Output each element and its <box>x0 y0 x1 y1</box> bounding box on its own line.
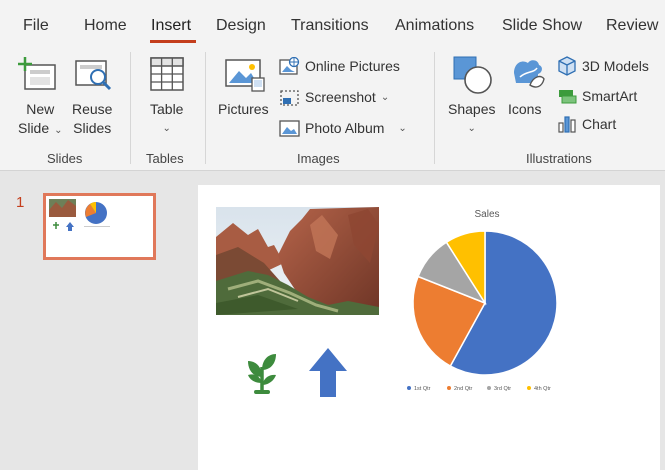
plant-icon[interactable] <box>248 354 276 394</box>
online-pictures-label: Online Pictures <box>305 58 400 74</box>
chevron-down-icon: ⌄ <box>380 91 390 103</box>
group-label-tables: Tables <box>146 151 184 166</box>
up-arrow-icon[interactable] <box>309 348 347 397</box>
new-slide-button[interactable]: New Slide ⌄ <box>18 100 63 140</box>
pictures-button[interactable]: Pictures <box>218 100 269 119</box>
slide-number: 1 <box>16 194 25 211</box>
group-label-slides: Slides <box>47 151 83 166</box>
tab-slide-show[interactable]: Slide Show <box>502 17 582 35</box>
tab-file[interactable]: File <box>23 17 49 35</box>
group-label-illustrations: Illustrations <box>526 151 592 166</box>
chevron-down-icon: ⌄ <box>467 123 476 134</box>
screenshot-button[interactable]: Screenshot ⌄ <box>279 85 389 109</box>
legend-marker-4 <box>527 386 531 390</box>
3d-cube-icon <box>558 56 576 76</box>
tab-review[interactable]: Review <box>606 17 658 35</box>
screenshot-icon <box>280 89 299 106</box>
tab-insert[interactable]: Insert <box>151 17 191 35</box>
pictures-icon[interactable] <box>224 56 266 94</box>
pictures-label: Pictures <box>218 101 269 117</box>
online-pictures-button[interactable]: Online Pictures <box>279 54 400 78</box>
chart-button[interactable]: Chart <box>557 112 616 136</box>
tab-home[interactable]: Home <box>84 17 127 35</box>
photo-album-label: Photo Album <box>305 120 385 136</box>
ribbon-tab-bar: File Home Insert Design Transitions Anim… <box>0 0 665 44</box>
reuse-slides-label-1: Reuse <box>72 101 113 117</box>
chevron-down-icon: ⌄ <box>162 123 171 134</box>
tab-design[interactable]: Design <box>216 17 266 35</box>
chevron-down-icon: ⌄ <box>398 122 407 134</box>
chart-label: Chart <box>582 116 617 132</box>
active-tab-indicator <box>150 40 196 43</box>
new-slide-label-1: New <box>26 101 55 117</box>
shapes-icon[interactable] <box>452 55 494 95</box>
reuse-slides-label-2: Slides <box>73 120 112 136</box>
reuse-slides-button[interactable]: Reuse Slides <box>72 100 112 138</box>
table-label: Table <box>150 101 184 117</box>
legend-label-2: 2nd Qtr <box>454 386 473 392</box>
shapes-button[interactable]: Shapes ⌄ <box>448 100 495 138</box>
icons-icon[interactable] <box>508 55 546 95</box>
smartart-button[interactable]: SmartArt <box>557 84 637 108</box>
ribbon-separator <box>205 52 206 164</box>
photo-album-button[interactable]: Photo Album ⌄ <box>279 116 407 140</box>
3d-models-label: 3D Models <box>582 58 649 74</box>
icons-label: Icons <box>508 101 542 117</box>
ribbon-separator <box>434 52 435 164</box>
ribbon-separator <box>130 52 131 164</box>
pie-chart[interactable]: Sales 1st Qtr 2nd Qtr 3rd Qtr 4th Qtr <box>407 209 558 392</box>
table-icon[interactable] <box>149 56 185 92</box>
online-pictures-icon <box>279 56 300 75</box>
tab-animations[interactable]: Animations <box>395 17 474 35</box>
table-button[interactable]: Table ⌄ <box>150 100 183 138</box>
legend-marker-3 <box>487 386 491 390</box>
chart-title: Sales <box>474 209 499 220</box>
icons-button[interactable]: Icons <box>508 100 541 119</box>
new-slide-icon[interactable] <box>17 56 59 92</box>
landscape-photo[interactable] <box>216 207 379 315</box>
legend-marker-2 <box>447 386 451 390</box>
legend-marker-1 <box>407 386 411 390</box>
new-slide-label-2-text: Slide <box>18 120 50 136</box>
legend-label-3: 3rd Qtr <box>494 386 511 392</box>
thumbnail-preview <box>49 199 110 231</box>
new-slide-label-2: Slide ⌄ <box>18 119 63 140</box>
3d-models-button[interactable]: 3D Models <box>557 54 649 78</box>
slide-content: Sales 1st Qtr 2nd Qtr 3rd Qtr 4th Qtr <box>216 207 558 397</box>
smartart-label: SmartArt <box>582 88 638 104</box>
reuse-slides-icon[interactable] <box>74 58 114 92</box>
screenshot-label: Screenshot <box>305 89 376 105</box>
chevron-down-icon: ⌄ <box>54 125 63 136</box>
smartart-icon <box>559 90 577 104</box>
bar-chart-icon <box>558 116 576 133</box>
slide-thumbnail[interactable] <box>43 193 156 260</box>
chart-legend: 1st Qtr 2nd Qtr 3rd Qtr 4th Qtr <box>407 386 551 392</box>
legend-label-1: 1st Qtr <box>414 386 431 392</box>
shapes-label: Shapes <box>448 101 496 117</box>
legend-label-4: 4th Qtr <box>534 386 551 392</box>
tab-transitions[interactable]: Transitions <box>291 17 369 35</box>
ribbon-insert: New Slide ⌄ Reuse Slides Slides Table ⌄ T… <box>0 44 665 171</box>
group-label-images: Images <box>297 151 340 166</box>
pie-slices <box>412 230 558 376</box>
photo-album-icon <box>279 119 300 137</box>
